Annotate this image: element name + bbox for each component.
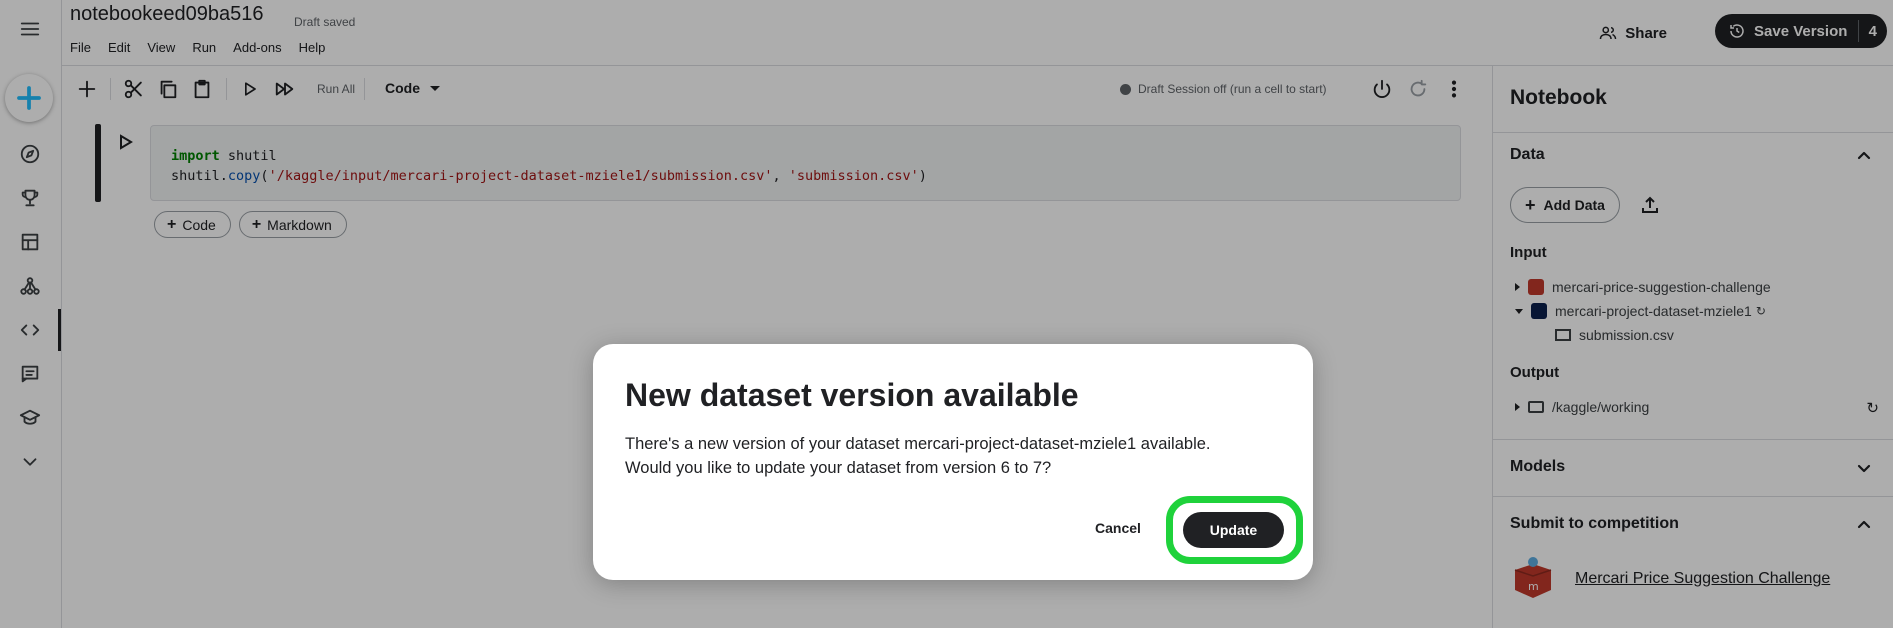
dialog-message-line-2: Would you like to update your dataset fr…: [625, 459, 1052, 477]
new-dataset-version-dialog: New dataset version available There's a …: [593, 344, 1313, 580]
dialog-title: New dataset version available: [625, 377, 1079, 413]
dialog-message-line-1: There's a new version of your dataset me…: [625, 435, 1211, 453]
cancel-button[interactable]: Cancel: [1095, 520, 1141, 536]
update-button[interactable]: Update: [1183, 512, 1284, 548]
dialog-message: There's a new version of your dataset me…: [625, 432, 1285, 480]
